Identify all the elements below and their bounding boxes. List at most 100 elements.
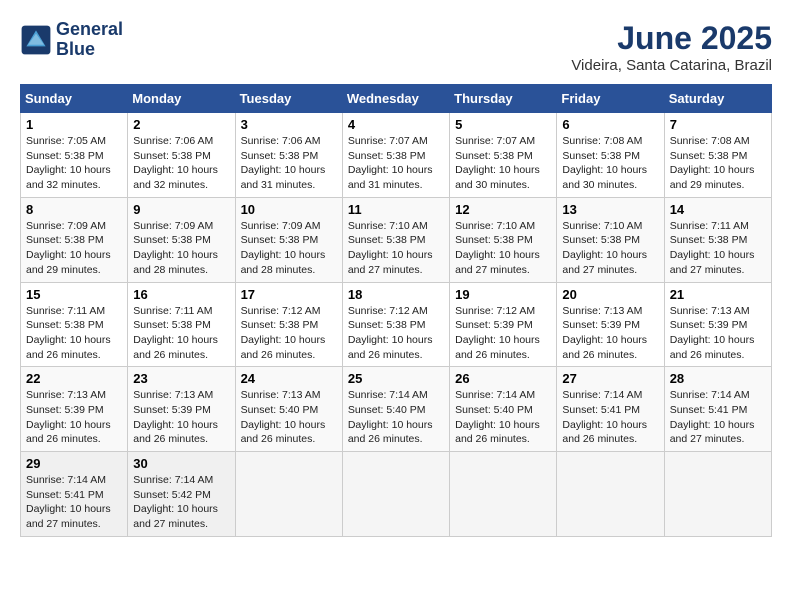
day-info: Sunrise: 7:07 AM Sunset: 5:38 PM Dayligh… [455,134,551,193]
day-info: Sunrise: 7:14 AM Sunset: 5:40 PM Dayligh… [455,388,551,447]
day-number: 20 [562,287,658,302]
calendar-cell: 5 Sunrise: 7:07 AM Sunset: 5:38 PM Dayli… [450,113,557,198]
sunrise-time: Sunrise: 7:05 AM [26,135,106,147]
sunset-time: Sunset: 5:40 PM [241,404,319,416]
calendar-cell [450,452,557,537]
month-title: June 2025 [571,20,772,57]
weekday-header-monday: Monday [128,85,235,113]
daylight-hours: Daylight: 10 hours and 26 minutes. [133,334,218,361]
sunset-time: Sunset: 5:42 PM [133,489,211,501]
sunset-time: Sunset: 5:38 PM [562,150,640,162]
sunset-time: Sunset: 5:41 PM [562,404,640,416]
day-info: Sunrise: 7:14 AM Sunset: 5:42 PM Dayligh… [133,473,229,532]
sunrise-time: Sunrise: 7:14 AM [562,389,642,401]
day-number: 2 [133,117,229,132]
day-info: Sunrise: 7:12 AM Sunset: 5:39 PM Dayligh… [455,304,551,363]
calendar-cell: 7 Sunrise: 7:08 AM Sunset: 5:38 PM Dayli… [664,113,771,198]
calendar-cell [557,452,664,537]
daylight-hours: Daylight: 10 hours and 26 minutes. [455,419,540,446]
day-number: 8 [26,202,122,217]
day-number: 13 [562,202,658,217]
day-number: 3 [241,117,337,132]
sunset-time: Sunset: 5:39 PM [562,319,640,331]
calendar-cell: 24 Sunrise: 7:13 AM Sunset: 5:40 PM Dayl… [235,367,342,452]
sunrise-time: Sunrise: 7:13 AM [26,389,106,401]
daylight-hours: Daylight: 10 hours and 26 minutes. [455,334,540,361]
calendar-cell: 13 Sunrise: 7:10 AM Sunset: 5:38 PM Dayl… [557,197,664,282]
sunset-time: Sunset: 5:38 PM [455,150,533,162]
day-info: Sunrise: 7:09 AM Sunset: 5:38 PM Dayligh… [241,219,337,278]
day-info: Sunrise: 7:07 AM Sunset: 5:38 PM Dayligh… [348,134,444,193]
calendar-cell: 4 Sunrise: 7:07 AM Sunset: 5:38 PM Dayli… [342,113,449,198]
sunrise-time: Sunrise: 7:13 AM [133,389,213,401]
daylight-hours: Daylight: 10 hours and 29 minutes. [670,164,755,191]
calendar-cell: 23 Sunrise: 7:13 AM Sunset: 5:39 PM Dayl… [128,367,235,452]
weekday-header-friday: Friday [557,85,664,113]
day-number: 22 [26,371,122,386]
calendar-cell: 11 Sunrise: 7:10 AM Sunset: 5:38 PM Dayl… [342,197,449,282]
sunset-time: Sunset: 5:39 PM [133,404,211,416]
calendar-cell: 2 Sunrise: 7:06 AM Sunset: 5:38 PM Dayli… [128,113,235,198]
day-number: 29 [26,456,122,471]
weekday-header-row: SundayMondayTuesdayWednesdayThursdayFrid… [21,85,772,113]
sunrise-time: Sunrise: 7:13 AM [562,305,642,317]
day-number: 7 [670,117,766,132]
daylight-hours: Daylight: 10 hours and 28 minutes. [241,249,326,276]
daylight-hours: Daylight: 10 hours and 26 minutes. [26,334,111,361]
day-info: Sunrise: 7:11 AM Sunset: 5:38 PM Dayligh… [670,219,766,278]
sunrise-time: Sunrise: 7:07 AM [455,135,535,147]
calendar-cell: 12 Sunrise: 7:10 AM Sunset: 5:38 PM Dayl… [450,197,557,282]
calendar-cell: 29 Sunrise: 7:14 AM Sunset: 5:41 PM Dayl… [21,452,128,537]
day-number: 9 [133,202,229,217]
day-info: Sunrise: 7:13 AM Sunset: 5:39 PM Dayligh… [133,388,229,447]
calendar-cell: 6 Sunrise: 7:08 AM Sunset: 5:38 PM Dayli… [557,113,664,198]
day-info: Sunrise: 7:10 AM Sunset: 5:38 PM Dayligh… [562,219,658,278]
calendar-cell: 22 Sunrise: 7:13 AM Sunset: 5:39 PM Dayl… [21,367,128,452]
calendar-cell [235,452,342,537]
day-info: Sunrise: 7:12 AM Sunset: 5:38 PM Dayligh… [348,304,444,363]
logo-line2: Blue [56,40,123,60]
daylight-hours: Daylight: 10 hours and 26 minutes. [348,419,433,446]
weekday-header-tuesday: Tuesday [235,85,342,113]
sunset-time: Sunset: 5:38 PM [26,234,104,246]
day-number: 25 [348,371,444,386]
day-number: 18 [348,287,444,302]
day-number: 6 [562,117,658,132]
day-number: 10 [241,202,337,217]
daylight-hours: Daylight: 10 hours and 26 minutes. [241,334,326,361]
day-info: Sunrise: 7:06 AM Sunset: 5:38 PM Dayligh… [241,134,337,193]
sunset-time: Sunset: 5:38 PM [348,150,426,162]
sunset-time: Sunset: 5:40 PM [455,404,533,416]
day-number: 23 [133,371,229,386]
sunrise-time: Sunrise: 7:08 AM [562,135,642,147]
day-number: 5 [455,117,551,132]
daylight-hours: Daylight: 10 hours and 26 minutes. [562,419,647,446]
sunrise-time: Sunrise: 7:06 AM [133,135,213,147]
daylight-hours: Daylight: 10 hours and 26 minutes. [348,334,433,361]
sunrise-time: Sunrise: 7:09 AM [241,220,321,232]
day-info: Sunrise: 7:13 AM Sunset: 5:39 PM Dayligh… [26,388,122,447]
sunrise-time: Sunrise: 7:09 AM [26,220,106,232]
calendar-cell: 17 Sunrise: 7:12 AM Sunset: 5:38 PM Dayl… [235,282,342,367]
sunset-time: Sunset: 5:38 PM [241,150,319,162]
day-number: 1 [26,117,122,132]
calendar-cell: 19 Sunrise: 7:12 AM Sunset: 5:39 PM Dayl… [450,282,557,367]
calendar-cell: 28 Sunrise: 7:14 AM Sunset: 5:41 PM Dayl… [664,367,771,452]
day-info: Sunrise: 7:13 AM Sunset: 5:40 PM Dayligh… [241,388,337,447]
day-number: 11 [348,202,444,217]
daylight-hours: Daylight: 10 hours and 31 minutes. [241,164,326,191]
sunset-time: Sunset: 5:40 PM [348,404,426,416]
sunset-time: Sunset: 5:38 PM [562,234,640,246]
day-number: 4 [348,117,444,132]
sunrise-time: Sunrise: 7:09 AM [133,220,213,232]
daylight-hours: Daylight: 10 hours and 26 minutes. [133,419,218,446]
day-info: Sunrise: 7:06 AM Sunset: 5:38 PM Dayligh… [133,134,229,193]
sunrise-time: Sunrise: 7:11 AM [26,305,105,317]
weekday-header-saturday: Saturday [664,85,771,113]
daylight-hours: Daylight: 10 hours and 27 minutes. [670,249,755,276]
day-number: 14 [670,202,766,217]
day-info: Sunrise: 7:11 AM Sunset: 5:38 PM Dayligh… [133,304,229,363]
calendar-cell: 25 Sunrise: 7:14 AM Sunset: 5:40 PM Dayl… [342,367,449,452]
day-number: 19 [455,287,551,302]
calendar-cell: 20 Sunrise: 7:13 AM Sunset: 5:39 PM Dayl… [557,282,664,367]
